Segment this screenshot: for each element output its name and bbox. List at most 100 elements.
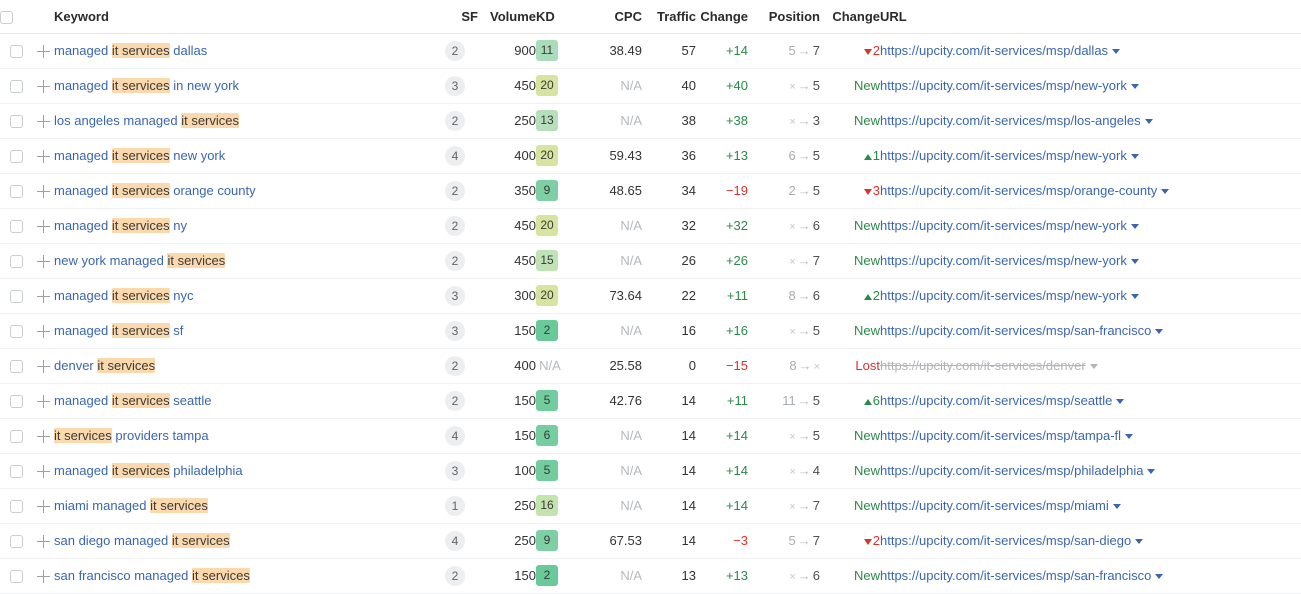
plus-icon[interactable]: [36, 45, 50, 59]
column-header-volume[interactable]: Volume: [478, 0, 536, 33]
keyword-link[interactable]: managed it services philadelphia: [54, 463, 243, 478]
chevron-down-icon[interactable]: [1144, 119, 1153, 125]
column-header-cpc[interactable]: CPC: [580, 0, 642, 33]
url-link[interactable]: https://upcity.com/it-services/msp/san-f…: [880, 323, 1151, 338]
keyword-link[interactable]: san francisco managed it services: [54, 568, 250, 583]
keyword-link[interactable]: denver it services: [54, 358, 156, 373]
column-header-keyword[interactable]: Keyword: [54, 0, 432, 33]
plus-icon[interactable]: [36, 325, 50, 339]
url-link[interactable]: https://upcity.com/it-services/msp/new-y…: [880, 253, 1127, 268]
url-link[interactable]: https://upcity.com/it-services/msp/san-d…: [880, 533, 1131, 548]
url-link[interactable]: https://upcity.com/it-services/msp/new-y…: [880, 218, 1127, 233]
chevron-down-icon[interactable]: [1155, 574, 1164, 580]
chevron-down-icon[interactable]: [1112, 49, 1121, 55]
url-link[interactable]: https://upcity.com/it-services/msp/phila…: [880, 463, 1143, 478]
row-checkbox[interactable]: [9, 500, 23, 514]
row-checkbox[interactable]: [9, 570, 23, 584]
keyword-link[interactable]: managed it services seattle: [54, 393, 212, 408]
row-checkbox[interactable]: [9, 150, 23, 164]
row-expand-cell: [32, 68, 54, 103]
plus-icon[interactable]: [36, 150, 50, 164]
keyword-text: new york managed: [54, 253, 168, 268]
url-link[interactable]: https://upcity.com/it-services/msp/miami: [880, 498, 1109, 513]
chevron-down-icon[interactable]: [1147, 469, 1156, 475]
plus-icon[interactable]: [36, 570, 50, 584]
keyword-link[interactable]: new york managed it services: [54, 253, 226, 268]
plus-icon[interactable]: [36, 185, 50, 199]
row-checkbox[interactable]: [9, 360, 23, 374]
select-all-checkbox[interactable]: [0, 10, 13, 24]
chevron-down-icon[interactable]: [1112, 504, 1121, 510]
chevron-down-icon[interactable]: [1130, 259, 1139, 265]
position-change-cell: New: [820, 488, 880, 523]
column-header-kd[interactable]: KD: [536, 0, 580, 33]
keyword-link[interactable]: san diego managed it services: [54, 533, 230, 548]
column-header-position[interactable]: Position: [748, 0, 820, 33]
column-header-sf[interactable]: SF: [432, 0, 478, 33]
chevron-down-icon[interactable]: [1135, 539, 1144, 545]
url-link[interactable]: https://upcity.com/it-services/msp/san-f…: [880, 568, 1151, 583]
row-checkbox[interactable]: [9, 80, 23, 94]
keyword-link[interactable]: managed it services dallas: [54, 43, 207, 58]
keyword-link[interactable]: managed it services nyc: [54, 288, 193, 303]
row-checkbox[interactable]: [9, 325, 23, 339]
column-header-position-change[interactable]: Change: [820, 0, 880, 33]
plus-icon[interactable]: [36, 430, 50, 444]
row-checkbox[interactable]: [9, 220, 23, 234]
row-checkbox[interactable]: [9, 430, 23, 444]
row-checkbox[interactable]: [9, 395, 23, 409]
position-change-cell: New: [820, 313, 880, 348]
column-header-traffic[interactable]: Traffic: [642, 0, 696, 33]
plus-icon[interactable]: [36, 115, 50, 129]
chevron-down-icon[interactable]: [1155, 329, 1164, 335]
url-link[interactable]: https://upcity.com/it-services/msp/orang…: [880, 183, 1157, 198]
arrow-right-icon: →: [797, 218, 811, 233]
keyword-link[interactable]: managed it services ny: [54, 218, 187, 233]
url-link[interactable]: https://upcity.com/it-services/msp/new-y…: [880, 288, 1127, 303]
url-link[interactable]: https://upcity.com/it-services/msp/los-a…: [880, 113, 1141, 128]
plus-icon[interactable]: [36, 465, 50, 479]
keyword-link[interactable]: it services providers tampa: [54, 428, 209, 443]
position-change-cell: 3: [820, 173, 880, 208]
keyword-link[interactable]: miami managed it services: [54, 498, 208, 513]
plus-icon[interactable]: [36, 500, 50, 514]
url-link[interactable]: https://upcity.com/it-services/msp/new-y…: [880, 148, 1127, 163]
url-link[interactable]: https://upcity.com/it-services/msp/new-y…: [880, 78, 1127, 93]
row-checkbox[interactable]: [9, 115, 23, 129]
keyword-link[interactable]: managed it services orange county: [54, 183, 256, 198]
chevron-down-icon[interactable]: [1161, 189, 1170, 195]
chevron-down-icon[interactable]: [1116, 399, 1125, 405]
keyword-link[interactable]: managed it services sf: [54, 323, 183, 338]
chevron-down-icon[interactable]: [1130, 154, 1139, 160]
column-header-traffic-change[interactable]: Change: [696, 0, 748, 33]
keyword-rankings-table: Keyword SF Volume KD CPC Traffic Change …: [0, 0, 1301, 594]
url-link[interactable]: https://upcity.com/it-services/msp/dalla…: [880, 43, 1108, 58]
url-link[interactable]: https://upcity.com/it-services/msp/seatt…: [880, 393, 1112, 408]
url-link[interactable]: https://upcity.com/it-services/denver: [880, 358, 1086, 373]
plus-icon[interactable]: [36, 290, 50, 304]
chevron-down-icon[interactable]: [1089, 364, 1098, 370]
plus-icon[interactable]: [36, 80, 50, 94]
keyword-link[interactable]: managed it services new york: [54, 148, 225, 163]
row-checkbox[interactable]: [9, 535, 23, 549]
row-checkbox[interactable]: [9, 290, 23, 304]
plus-icon[interactable]: [36, 395, 50, 409]
row-checkbox[interactable]: [9, 255, 23, 269]
row-checkbox[interactable]: [9, 465, 23, 479]
row-checkbox[interactable]: [9, 185, 23, 199]
keyword-link[interactable]: managed it services in new york: [54, 78, 239, 93]
position-change-cell: Lost: [820, 348, 880, 383]
plus-icon[interactable]: [36, 220, 50, 234]
plus-icon[interactable]: [36, 360, 50, 374]
row-checkbox[interactable]: [9, 45, 23, 59]
plus-icon[interactable]: [36, 535, 50, 549]
chevron-down-icon[interactable]: [1130, 84, 1139, 90]
plus-icon[interactable]: [36, 255, 50, 269]
chevron-down-icon[interactable]: [1130, 294, 1139, 300]
row-select-cell: [0, 383, 32, 418]
url-link[interactable]: https://upcity.com/it-services/msp/tampa…: [880, 428, 1121, 443]
keyword-link[interactable]: los angeles managed it services: [54, 113, 239, 128]
column-header-url[interactable]: URL: [880, 0, 1301, 33]
chevron-down-icon[interactable]: [1130, 224, 1139, 230]
chevron-down-icon[interactable]: [1125, 434, 1134, 440]
